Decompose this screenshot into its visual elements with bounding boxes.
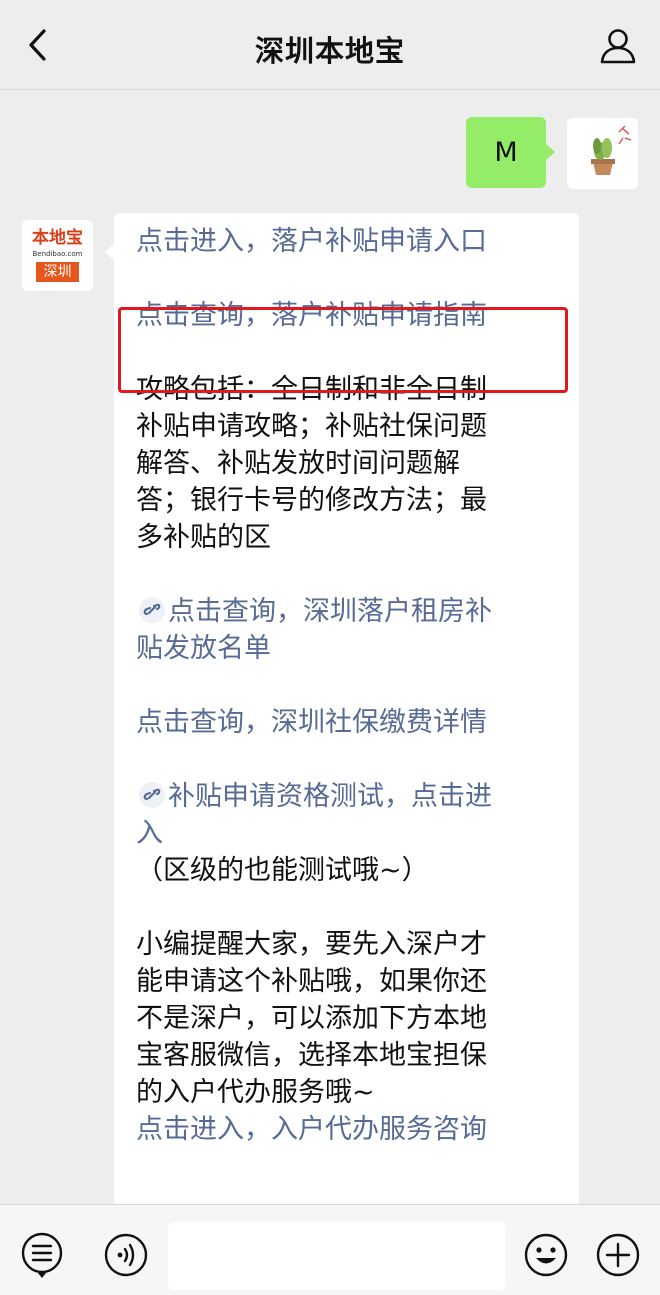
guide-line-3: 解答、补贴发放时间问题解 — [136, 448, 460, 479]
reminder-line-4: 宝客服微信，选择本地宝担保 — [136, 1040, 487, 1071]
outgoing-message-bubble[interactable]: M — [466, 117, 555, 188]
input-bar — [0, 1204, 660, 1295]
test-link-line-1: 补贴申请资格测试，点击进 — [168, 781, 492, 812]
incoming-message-bubble: 点击进入，落户补贴申请入口 点击查询，落户补贴申请指南 攻略包括：全日制和非全日… — [105, 213, 579, 1204]
reminder-line-3: 不是深户，可以添加下方本地 — [136, 1003, 487, 1034]
link-settlement-subsidy-entry[interactable]: 点击进入，落户补贴申请入口 — [136, 223, 549, 260]
menu-icon — [21, 1232, 63, 1278]
chat-area[interactable]: M 本地宝 Bendibao.com 深圳 点击进入，落户补贴申请入口 点击查询… — [0, 91, 660, 1204]
test-link-line-2: 入 — [136, 818, 163, 849]
test-note: （区级的也能测试哦~） — [136, 855, 429, 886]
rent-link-line-1: 点击查询，深圳落户租房补 — [168, 596, 492, 627]
reminder-line-2: 能申请这个补贴哦，如果你还 — [136, 966, 487, 997]
plus-icon — [596, 1233, 640, 1277]
top-nav-bar: 深圳本地宝 — [0, 0, 660, 90]
chat-title: 深圳本地宝 — [254, 34, 405, 68]
menu-button[interactable] — [18, 1231, 66, 1279]
guide-line-2: 补贴申请攻略；补贴社保问题 — [136, 411, 487, 442]
message-input[interactable] — [168, 1222, 505, 1290]
link-social-security-details[interactable]: 点击查询，深圳社保缴费详情 — [136, 704, 549, 741]
rent-link-line-2: 贴发放名单 — [136, 633, 271, 664]
mini-program-icon — [139, 597, 165, 623]
voice-button[interactable] — [102, 1231, 150, 1279]
profile-button[interactable] — [598, 26, 638, 66]
bot-avatar[interactable]: 本地宝 Bendibao.com 深圳 — [22, 220, 93, 291]
guide-line-4: 答；银行卡号的修改方法；最 — [136, 485, 487, 516]
my-avatar[interactable] — [567, 118, 638, 189]
reminder-line-1: 小编提醒大家，要先入深户才 — [136, 929, 487, 960]
reminder-line-5: 的入户代办服务哦~ — [136, 1077, 375, 1108]
message-body: 点击进入，落户补贴申请入口 点击查询，落户补贴申请指南 攻略包括：全日制和非全日… — [136, 223, 549, 1148]
guide-line-5: 多补贴的区 — [136, 522, 271, 553]
logo-site: Bendibao.com — [32, 250, 83, 258]
plus-button[interactable] — [594, 1231, 642, 1279]
link-rent-subsidy-list[interactable]: 点击查询，深圳落户租房补 贴发放名单 — [136, 593, 549, 667]
logo-title: 本地宝 — [32, 228, 83, 248]
link-eligibility-test[interactable]: 补贴申请资格测试，点击进 入 — [136, 778, 549, 852]
plant-avatar-icon — [567, 118, 638, 189]
link-household-service[interactable]: 点击进入，入户代办服务咨询 — [136, 1111, 549, 1148]
voice-icon — [104, 1233, 148, 1277]
mini-program-icon — [139, 782, 165, 808]
emoji-icon — [524, 1233, 568, 1277]
logo-city: 深圳 — [36, 262, 79, 282]
outgoing-message-text: M — [494, 137, 518, 168]
profile-icon — [600, 29, 636, 64]
guide-line-1: 攻略包括：全日制和非全日制 — [136, 374, 487, 405]
link-settlement-subsidy-guide[interactable]: 点击查询，落户补贴申请指南 — [136, 297, 549, 334]
emoji-button[interactable] — [522, 1231, 570, 1279]
